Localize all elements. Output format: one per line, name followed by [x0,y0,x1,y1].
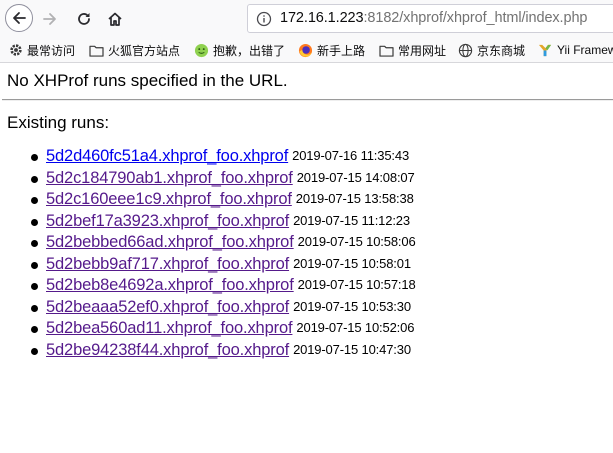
run-timestamp: 2019-07-15 13:58:38 [295,191,414,206]
globe-icon [458,43,473,57]
run-entry: 5d2c160eee1c9.xhprof_foo.xhprof 2019-07-1… [46,190,414,209]
run-entry: 5d2bebbed66ad.xhprof_foo.xhprof 2019-07-1… [46,233,416,252]
bookmark-getting-started[interactable]: 新手上路 [298,41,365,59]
run-link[interactable]: 5d2bef17a3923.xhprof_foo.xhprof [46,212,289,230]
run-entry: 5d2bea560ad11.xhprof_foo.xhprof 2019-07-1… [46,319,414,338]
bullet-icon [31,240,38,247]
run-link[interactable]: 5d2bebbed66ad.xhprof_foo.xhprof [46,233,294,251]
run-timestamp: 2019-07-15 10:52:06 [296,320,415,335]
folder-icon [379,45,394,57]
run-link[interactable]: 5d2c184790ab1.xhprof_foo.xhprof [46,169,293,187]
bookmark-jd[interactable]: 京东商城 [458,41,525,59]
run-link[interactable]: 5d2d460fc51a4.xhprof_foo.xhprof [46,147,288,165]
folder-icon [89,45,104,57]
run-timestamp: 2019-07-15 10:47:30 [293,341,411,357]
run-timestamp: 2019-07-15 11:12:23 [293,212,410,228]
url-text[interactable]: 172.16.1.223:8182/xhprof/xhprof_html/ind… [280,10,587,26]
bookmark-label: Yii Framew [557,43,613,57]
run-link[interactable]: 5d2c160eee1c9.xhprof_foo.xhprof [46,190,292,208]
bookmark-label: 抱歉，出错了 [213,43,286,58]
bookmark-label: 常用网址 [398,43,447,58]
run-entry: 5d2c184790ab1.xhprof_foo.xhprof 2019-07-1… [46,169,415,188]
no-runs-message: No XHProf runs specified in the URL. [7,71,288,90]
run-timestamp: 2019-07-15 10:58:06 [297,234,416,249]
forward-button[interactable] [36,5,64,33]
run-entry: 5d2bebb9af717.xhprof_foo.xhprof 2019-07-1… [46,255,411,274]
home-button[interactable] [101,5,129,33]
url-host: 172.16.1.223 [280,10,364,26]
firefox-icon [298,43,313,57]
run-entry: 5d2be94238f44.xhprof_foo.xhprof 2019-07-1… [46,341,411,360]
bullet-icon [31,218,38,226]
bullet-icon [31,347,38,355]
bullet-icon [31,175,38,183]
bullet-icon [31,283,38,290]
bookmark-yii[interactable]: Yii Framew [538,41,613,59]
bookmark-common-sites[interactable]: 常用网址 [379,41,446,59]
reload-button[interactable] [70,5,98,33]
run-timestamp: 2019-07-15 10:53:30 [293,298,411,314]
run-entry: 5d2d460fc51a4.xhprof_foo.xhprof 2019-07-1… [46,147,409,166]
info-icon[interactable] [256,11,272,27]
bullet-icon [31,154,38,161]
run-timestamp: 2019-07-15 10:58:01 [293,255,411,271]
divider [2,99,613,101]
yii-icon [538,44,552,56]
bookmark-label: 新手上路 [317,43,366,58]
run-timestamp: 2019-07-16 11:35:43 [292,148,410,163]
smiley-icon [194,43,209,57]
arrow-left-icon [13,12,26,24]
run-link[interactable]: 5d2bebb9af717.xhprof_foo.xhprof [46,255,289,273]
bullet-icon [31,261,38,269]
run-entry: 5d2bef17a3923.xhprof_foo.xhprof 2019-07-1… [46,212,410,231]
run-link[interactable]: 5d2be94238f44.xhprof_foo.xhprof [46,341,289,359]
home-icon [108,12,122,26]
bookmark-error-page[interactable]: 抱歉，出错了 [194,41,285,59]
bookmark-label: 火狐官方站点 [108,43,181,58]
existing-runs-heading: Existing runs: [7,113,110,132]
bookmark-most-visited[interactable]: 最常访问 [9,41,75,59]
bookmark-label: 最常访问 [27,43,76,58]
run-link[interactable]: 5d2beaaa52ef0.xhprof_foo.xhprof [46,298,289,316]
run-timestamp: 2019-07-15 14:08:07 [296,169,415,185]
back-button[interactable] [5,4,33,32]
browser-toolbar: 172.16.1.223:8182/xhprof/xhprof_html/ind… [0,0,613,38]
reload-icon [78,13,90,25]
arrow-right-icon [43,13,56,25]
run-link[interactable]: 5d2bea560ad11.xhprof_foo.xhprof [46,319,293,337]
bullet-icon [31,197,38,204]
url-bar[interactable]: 172.16.1.223:8182/xhprof/xhprof_html/ind… [247,4,613,33]
run-timestamp: 2019-07-15 10:57:18 [297,277,416,292]
run-entry: 5d2beaaa52ef0.xhprof_foo.xhprof 2019-07-1… [46,298,411,317]
bullet-icon [31,304,38,312]
url-path: :8182/xhprof/xhprof_html/index.php [363,10,588,26]
bookmark-label: 京东商城 [477,43,526,58]
gear-icon [10,44,22,56]
bookmark-firefox-official[interactable]: 火狐官方站点 [89,41,180,59]
bullet-icon [31,326,38,333]
bookmarks-bar: 最常访问 火狐官方站点 抱歉，出错了 新手上路 常用网址 京东商城 Yii Fr… [0,38,613,63]
run-entry: 5d2beb8e4692a.xhprof_foo.xhprof 2019-07-1… [46,276,416,295]
run-link[interactable]: 5d2beb8e4692a.xhprof_foo.xhprof [46,276,294,294]
